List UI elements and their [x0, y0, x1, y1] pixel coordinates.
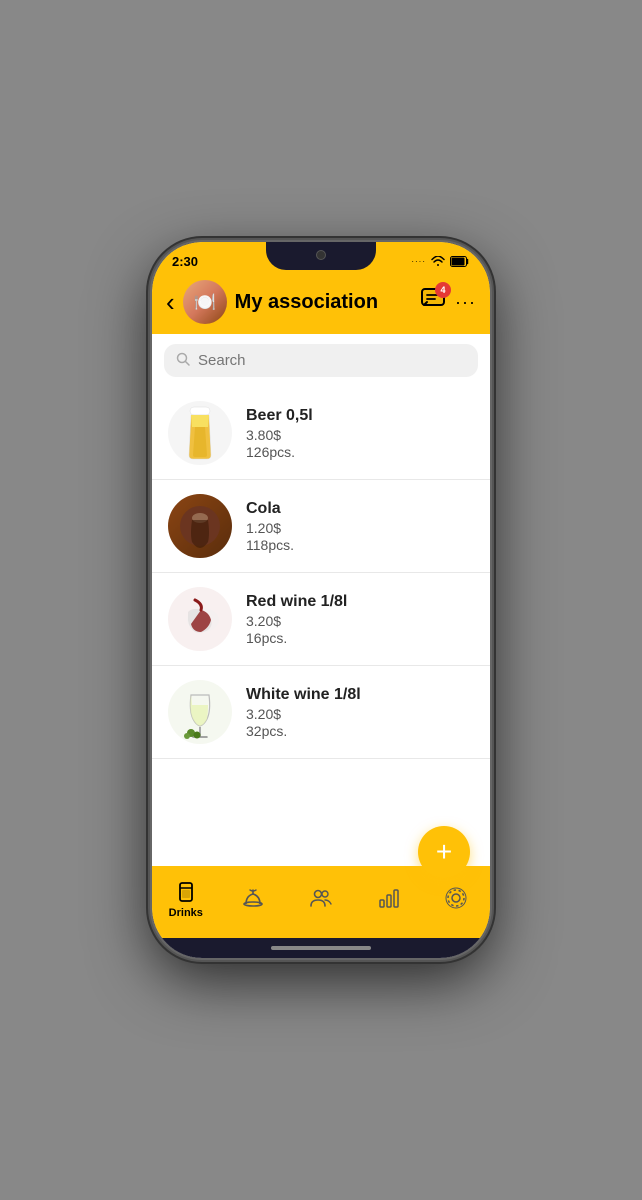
chat-button[interactable]: 4	[421, 288, 445, 316]
nav-item-drinks[interactable]: Drinks	[152, 880, 220, 919]
product-list: Beer 0,5l 3.80$ 126pcs. Cola 1.20$	[152, 387, 490, 866]
food-icon	[241, 886, 265, 910]
notification-badge: 4	[435, 282, 451, 298]
product-name: Cola	[246, 500, 474, 518]
notch	[266, 242, 376, 270]
stats-icon	[377, 886, 401, 910]
product-price: 1.20$	[246, 520, 474, 536]
product-info-whitewine: White wine 1/8l 3.20$ 32pcs.	[246, 686, 474, 739]
list-item[interactable]: Cola 1.20$ 118pcs.	[152, 480, 490, 573]
product-info-redwine: Red wine 1/8l 3.20$ 16pcs.	[246, 593, 474, 646]
product-price: 3.20$	[246, 706, 474, 722]
nav-label-drinks: Drinks	[169, 907, 203, 919]
page-title: My association	[235, 291, 413, 314]
more-button[interactable]: ···	[455, 292, 476, 313]
product-price: 3.80$	[246, 427, 474, 443]
product-price: 3.20$	[246, 613, 474, 629]
search-box	[164, 344, 478, 377]
product-qty: 32pcs.	[246, 723, 474, 739]
signal-icon: ····	[411, 257, 426, 266]
product-image-beer	[168, 401, 232, 465]
product-qty: 16pcs.	[246, 630, 474, 646]
battery-icon	[450, 256, 470, 267]
add-button[interactable]: +	[418, 826, 470, 878]
product-name: White wine 1/8l	[246, 686, 474, 704]
nav-item-members[interactable]	[287, 886, 355, 913]
home-indicator	[152, 938, 490, 958]
product-info-beer: Beer 0,5l 3.80$ 126pcs.	[246, 407, 474, 460]
list-item[interactable]: White wine 1/8l 3.20$ 32pcs.	[152, 666, 490, 759]
header-actions: 4 ···	[421, 288, 476, 316]
product-qty: 126pcs.	[246, 444, 474, 460]
product-image-whitewine	[168, 680, 232, 744]
settings-icon	[444, 886, 468, 910]
product-qty: 118pcs.	[246, 537, 474, 553]
search-container	[152, 334, 490, 387]
home-bar	[271, 946, 371, 950]
list-item[interactable]: Red wine 1/8l 3.20$ 16pcs.	[152, 573, 490, 666]
wifi-icon	[431, 256, 445, 266]
nav-item-settings[interactable]	[422, 886, 490, 913]
search-icon	[176, 352, 190, 369]
status-time: 2:30	[172, 254, 198, 269]
back-button[interactable]: ‹	[166, 287, 175, 318]
header: ‹ 🍽️ My association 4 ···	[152, 274, 490, 334]
product-name: Red wine 1/8l	[246, 593, 474, 611]
product-info-cola: Cola 1.20$ 118pcs.	[246, 500, 474, 553]
product-image-cola	[168, 494, 232, 558]
product-image-redwine	[168, 587, 232, 651]
list-item[interactable]: Beer 0,5l 3.80$ 126pcs.	[152, 387, 490, 480]
drinks-icon	[174, 880, 198, 904]
fab-container: +	[418, 826, 470, 878]
avatar: 🍽️	[183, 280, 227, 324]
product-name: Beer 0,5l	[246, 407, 474, 425]
phone-frame: 2:30 ···· ‹ 🍽️ My association	[150, 240, 492, 960]
nav-item-food[interactable]	[220, 886, 288, 913]
search-input[interactable]	[198, 352, 466, 369]
camera	[316, 250, 326, 260]
nav-item-stats[interactable]	[355, 886, 423, 913]
screen: 2:30 ···· ‹ 🍽️ My association	[152, 242, 490, 958]
status-icons: ····	[411, 256, 470, 267]
add-icon: +	[436, 836, 452, 868]
members-icon	[309, 886, 333, 910]
